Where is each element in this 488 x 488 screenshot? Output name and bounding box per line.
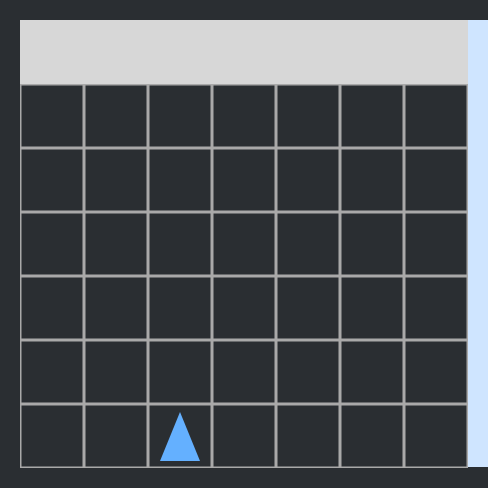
grid-cell-r3-c1[interactable] <box>83 275 149 341</box>
grid-cell-r0-c6[interactable] <box>403 84 468 149</box>
grid-cell-r5-c0[interactable] <box>20 403 85 468</box>
grid-cell-r4-c0[interactable] <box>20 339 85 405</box>
grid-cell-r2-c4[interactable] <box>275 211 341 277</box>
grid-cell-r1-c3[interactable] <box>211 147 277 213</box>
grid-cell-r1-c2[interactable] <box>147 147 213 213</box>
grid-cell-r4-c3[interactable] <box>211 339 277 405</box>
grid-cell-r1-c5[interactable] <box>339 147 405 213</box>
grid-cell-r5-c5[interactable] <box>339 403 405 468</box>
grid-cell-r2-c6[interactable] <box>403 211 468 277</box>
game-board <box>20 84 468 468</box>
board-grid <box>20 84 468 468</box>
grid-cell-r3-c5[interactable] <box>339 275 405 341</box>
grid-cell-r2-c5[interactable] <box>339 211 405 277</box>
header-bar <box>20 20 468 84</box>
grid-cell-r4-c5[interactable] <box>339 339 405 405</box>
grid-cell-r3-c6[interactable] <box>403 275 468 341</box>
grid-cell-r5-c1[interactable] <box>83 403 149 468</box>
grid-cell-r2-c2[interactable] <box>147 211 213 277</box>
grid-cell-r2-c3[interactable] <box>211 211 277 277</box>
grid-cell-r5-c4[interactable] <box>275 403 341 468</box>
grid-cell-r0-c3[interactable] <box>211 84 277 149</box>
grid-cell-r4-c2[interactable] <box>147 339 213 405</box>
grid-cell-r0-c0[interactable] <box>20 84 85 149</box>
grid-cell-r4-c4[interactable] <box>275 339 341 405</box>
grid-cell-r1-c0[interactable] <box>20 147 85 213</box>
grid-cell-r5-c3[interactable] <box>211 403 277 468</box>
grid-cell-r1-c6[interactable] <box>403 147 468 213</box>
side-panel <box>468 20 488 467</box>
triangle-up-icon <box>160 412 200 461</box>
grid-cell-r2-c1[interactable] <box>83 211 149 277</box>
grid-cell-r3-c2[interactable] <box>147 275 213 341</box>
grid-cell-r3-c0[interactable] <box>20 275 85 341</box>
game-stage <box>0 0 488 488</box>
grid-cell-r4-c1[interactable] <box>83 339 149 405</box>
grid-cell-r4-c6[interactable] <box>403 339 468 405</box>
grid-cell-r1-c4[interactable] <box>275 147 341 213</box>
grid-cell-r2-c0[interactable] <box>20 211 85 277</box>
grid-cell-r0-c1[interactable] <box>83 84 149 149</box>
grid-cell-r3-c4[interactable] <box>275 275 341 341</box>
grid-cell-r3-c3[interactable] <box>211 275 277 341</box>
grid-cell-r5-c6[interactable] <box>403 403 468 468</box>
grid-cell-r0-c4[interactable] <box>275 84 341 149</box>
grid-cell-r1-c1[interactable] <box>83 147 149 213</box>
grid-cell-r0-c5[interactable] <box>339 84 405 149</box>
grid-cell-r0-c2[interactable] <box>147 84 213 149</box>
